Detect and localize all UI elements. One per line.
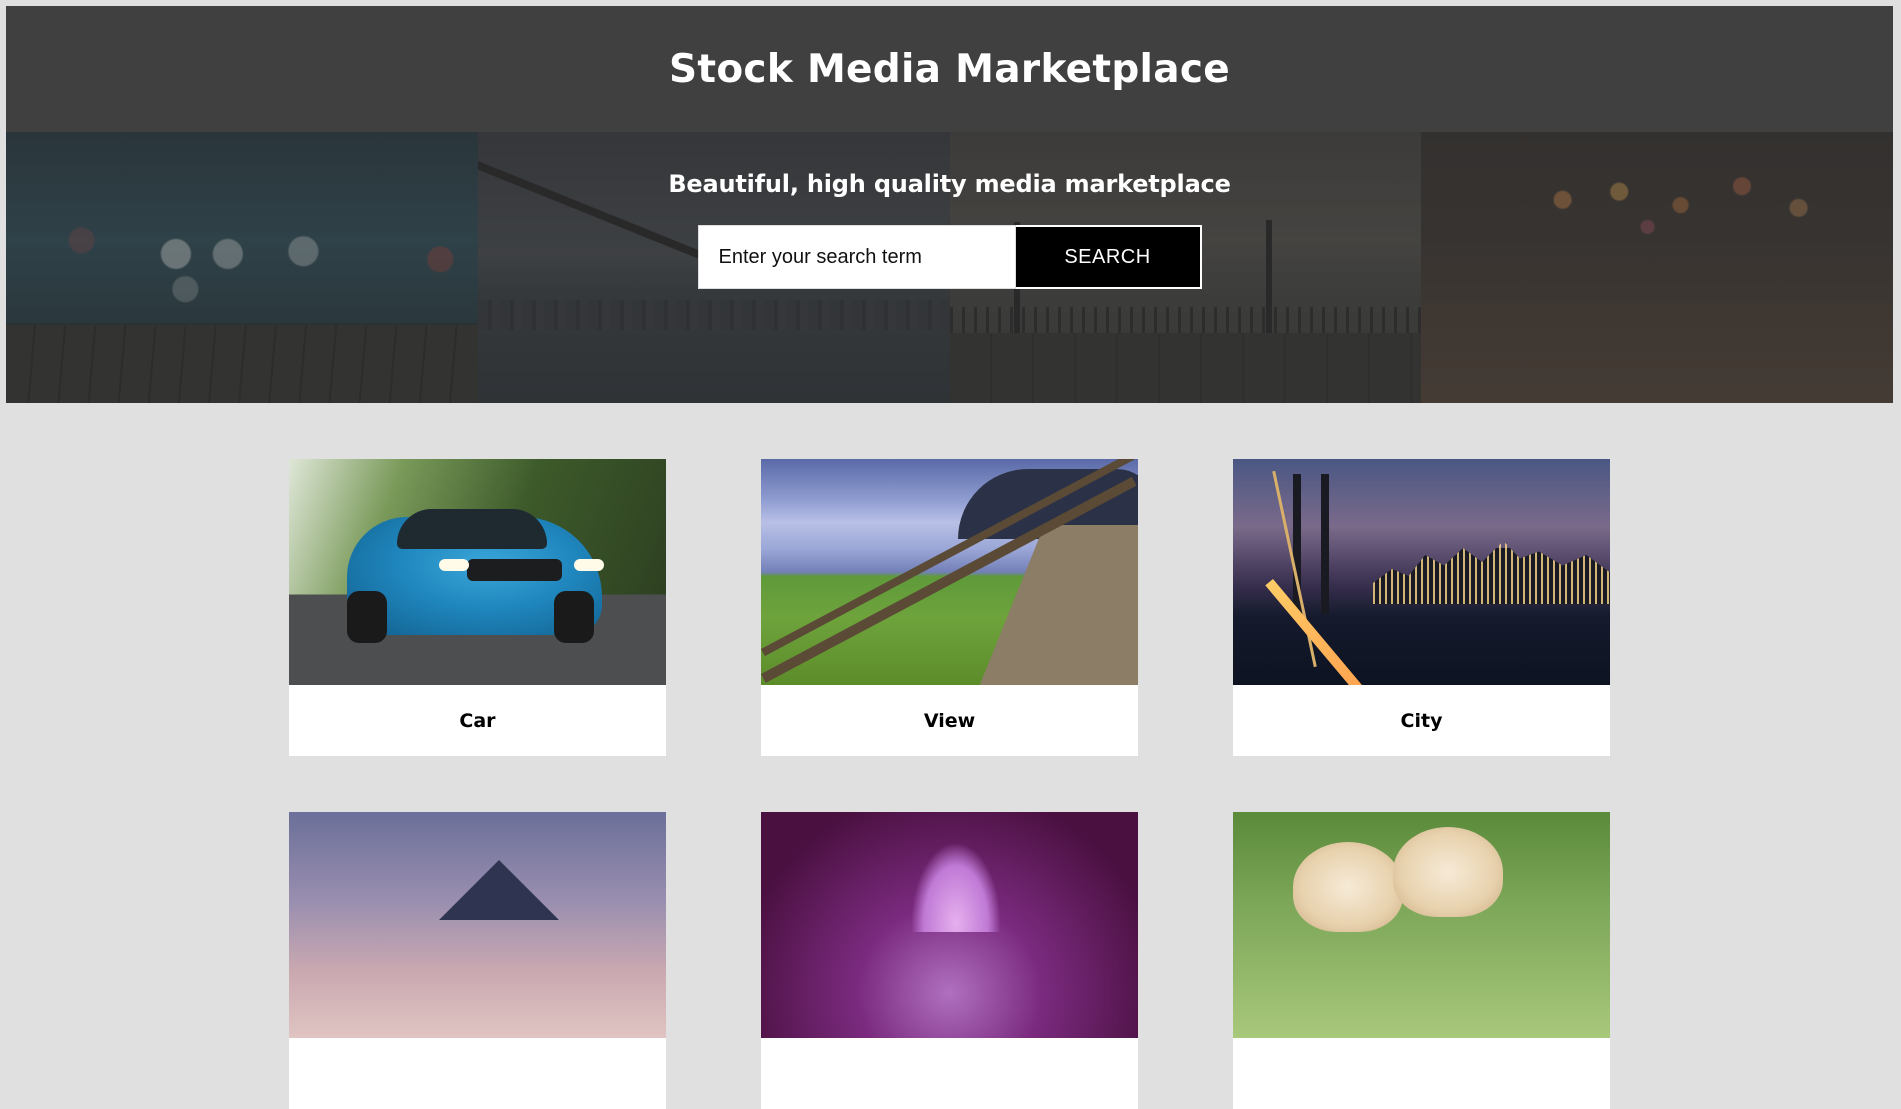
flower-image — [761, 812, 1138, 1038]
car-image — [289, 459, 666, 685]
media-card-view[interactable]: View — [761, 459, 1138, 756]
hero-tagline: Beautiful, high quality media marketplac… — [668, 170, 1231, 198]
car-grille-shape — [467, 559, 562, 581]
site-header: Stock Media Marketplace — [6, 6, 1893, 132]
page-frame: Stock Media Marketplace Beautiful, high … — [6, 6, 1893, 403]
house-image — [289, 812, 666, 1038]
search-button[interactable]: SEARCH — [1015, 225, 1202, 289]
puppy-shape — [1393, 827, 1503, 917]
puppy-image — [1233, 812, 1610, 1038]
media-card-house[interactable] — [289, 812, 666, 1109]
city-image — [1233, 459, 1610, 685]
search-form: SEARCH — [697, 225, 1202, 289]
media-card-flower[interactable] — [761, 812, 1138, 1109]
site-title: Stock Media Marketplace — [668, 46, 1230, 92]
media-card-city[interactable]: City — [1233, 459, 1610, 756]
media-gallery: Car View City — [289, 459, 1611, 1109]
media-card-car[interactable]: Car — [289, 459, 666, 756]
card-label: City — [1400, 709, 1443, 732]
car-headlight-shape — [439, 559, 469, 571]
car-window-shape — [397, 509, 547, 549]
puppy-shape — [1293, 842, 1403, 932]
card-label: View — [923, 709, 976, 732]
hero-banner: Beautiful, high quality media marketplac… — [6, 132, 1893, 403]
media-card-puppy[interactable] — [1233, 812, 1610, 1109]
hero-content: Beautiful, high quality media marketplac… — [6, 132, 1893, 289]
card-label: Car — [459, 709, 496, 732]
car-wheel-shape — [347, 591, 387, 643]
car-wheel-shape — [554, 591, 594, 643]
search-input[interactable] — [697, 225, 1016, 289]
house-roof-shape — [439, 860, 559, 920]
card-label — [761, 1038, 1138, 1109]
flower-petals-shape — [911, 842, 1001, 932]
card-label — [1233, 1038, 1610, 1109]
bridge-tower-shape — [1321, 474, 1329, 614]
card-label — [289, 1038, 666, 1109]
city-skyline-shape — [1373, 541, 1610, 604]
view-image — [761, 459, 1138, 685]
car-headlight-shape — [574, 559, 604, 571]
